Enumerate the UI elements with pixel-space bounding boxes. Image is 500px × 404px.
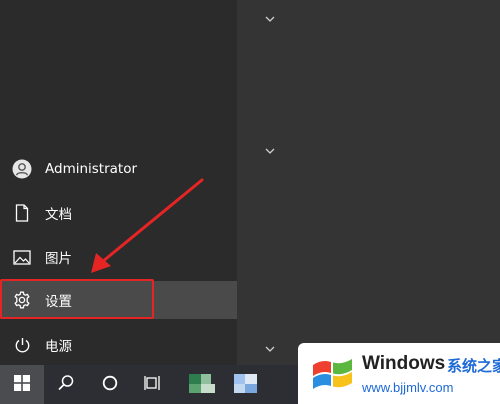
task-view-icon	[144, 375, 162, 395]
menu-item-label: 文档	[45, 207, 72, 223]
gear-icon	[11, 289, 33, 311]
watermark-url: www.bjjmlv.com	[362, 380, 454, 395]
power-icon	[11, 334, 33, 356]
start-menu-left-rail: Administrator 文档 图片 设置 电源	[0, 0, 237, 365]
menu-item-documents[interactable]: 文档	[0, 194, 237, 232]
taskbar-app-1[interactable]	[182, 365, 222, 404]
taskbar-app-2[interactable]	[226, 365, 266, 404]
pictures-icon	[11, 246, 33, 268]
cortana-button[interactable]	[88, 365, 132, 404]
menu-item-account[interactable]: Administrator	[0, 150, 237, 188]
user-avatar-icon	[11, 158, 33, 180]
start-menu-tile-area	[237, 0, 500, 365]
menu-item-label: 图片	[45, 251, 72, 267]
document-icon	[11, 202, 33, 224]
watermark-title: Windows	[362, 353, 446, 374]
chevron-down-icon[interactable]	[264, 15, 276, 23]
menu-item-settings[interactable]: 设置	[0, 281, 237, 319]
menu-item-label: Administrator	[45, 161, 138, 177]
search-icon	[57, 374, 75, 396]
menu-item-label: 设置	[45, 294, 72, 310]
windows-start-icon	[14, 374, 30, 395]
watermark-title-cn: 系统之家	[447, 357, 500, 375]
cortana-icon	[102, 375, 118, 395]
search-button[interactable]	[44, 365, 88, 404]
chevron-down-icon[interactable]	[264, 345, 276, 353]
chevron-down-icon[interactable]	[264, 147, 276, 155]
app-icon	[231, 371, 261, 399]
task-view-button[interactable]	[131, 365, 175, 404]
start-button[interactable]	[0, 365, 44, 404]
menu-item-pictures[interactable]: 图片	[0, 238, 237, 276]
app-icon	[187, 371, 217, 399]
menu-item-power[interactable]: 电源	[0, 326, 237, 364]
menu-item-label: 电源	[45, 339, 72, 355]
windows-logo-icon	[310, 353, 356, 399]
watermark-badge: Windows 系统之家 www.bjjmlv.com	[298, 343, 500, 404]
